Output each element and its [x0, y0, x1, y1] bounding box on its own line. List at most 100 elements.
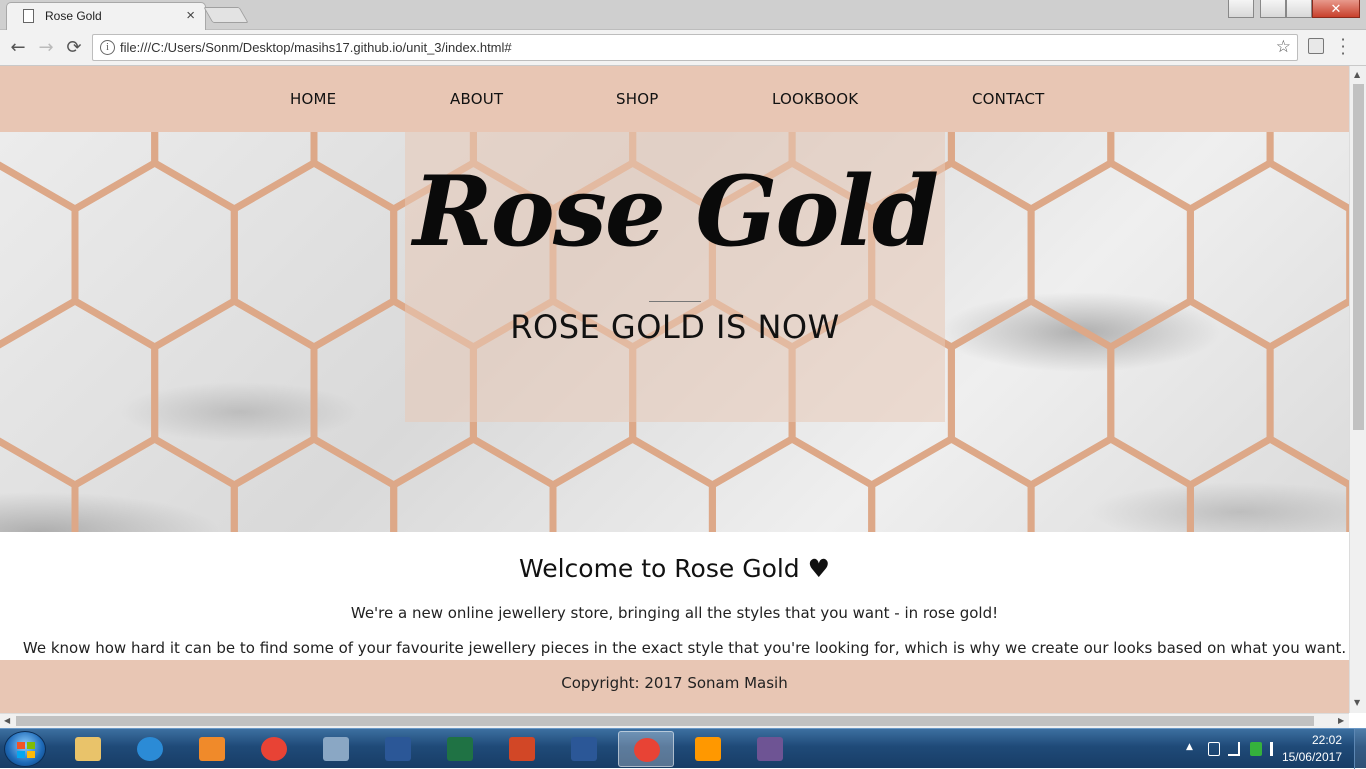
hero-banner: Rose Gold ROSE GOLD IS NOW — [0, 132, 1349, 532]
sync-icon[interactable] — [1250, 742, 1262, 756]
honeycomb-cell — [1027, 434, 1194, 532]
tab-title: Rose Gold — [45, 9, 102, 23]
nav-contact-link[interactable]: CONTACT — [972, 90, 1045, 108]
nav-lookbook-link[interactable]: LOOKBOOK — [772, 90, 858, 108]
back-arrow-icon[interactable]: ← — [6, 37, 30, 58]
honeycomb-cell — [1266, 297, 1349, 489]
taskbar-app-button[interactable] — [432, 731, 488, 767]
scroll-up-icon[interactable]: ▲ — [1354, 70, 1360, 79]
taskbar-app-button[interactable] — [742, 731, 798, 767]
excel-icon — [447, 737, 473, 761]
honeycomb-cell — [708, 434, 876, 532]
honeycomb-cell — [1107, 132, 1274, 214]
about-paragraph: We know how hard it can be to find some … — [22, 639, 1347, 657]
taskbar-app-button[interactable] — [246, 731, 302, 767]
taskbar-app-button[interactable] — [308, 731, 364, 767]
hero-title: Rose Gold — [413, 155, 939, 268]
honeycomb-cell — [0, 132, 159, 214]
honeycomb-cell — [230, 434, 398, 532]
browser-toolbar: ← → ⟳ i file:///C:/Users/Sonm/Desktop/ma… — [0, 30, 1366, 66]
github-desktop-icon — [757, 737, 783, 761]
volume-muted-icon[interactable] — [1270, 742, 1282, 756]
clock-time[interactable]: 22:02 — [1312, 733, 1342, 747]
media-player-icon — [199, 737, 225, 761]
window-close-button[interactable]: ✕ — [1312, 0, 1360, 18]
taskbar-app-button[interactable] — [680, 731, 736, 767]
honeycomb-cell — [1186, 434, 1349, 532]
tab-close-icon[interactable]: × — [186, 7, 195, 24]
honeycomb-cell — [71, 158, 238, 352]
windows-taskbar: ▲ 22:02 15/06/2017 — [0, 728, 1366, 769]
hero-divider — [649, 301, 701, 302]
honeycomb-cell — [1107, 296, 1274, 490]
info-icon[interactable]: i — [100, 40, 115, 55]
profile-button[interactable] — [1228, 0, 1254, 18]
taskbar-app-button[interactable] — [60, 731, 116, 767]
vertical-scrollbar[interactable]: ▲ ▼ — [1349, 66, 1366, 713]
reload-icon[interactable]: ⟳ — [62, 37, 86, 58]
honeycomb-cell — [868, 434, 1035, 532]
battery-icon[interactable] — [1208, 742, 1220, 756]
windows-logo-icon — [17, 742, 35, 758]
taskbar-app-button[interactable] — [184, 731, 240, 767]
honeycomb-cell — [549, 434, 716, 532]
maximize-button[interactable] — [1286, 0, 1312, 18]
minimize-button[interactable] — [1260, 0, 1286, 18]
honeycomb-cell — [151, 296, 318, 490]
honeycomb-cell — [947, 132, 1115, 214]
welcome-heading: Welcome to Rose Gold ♥ — [518, 554, 831, 583]
page-viewport: HOME ABOUT SHOP LOOKBOOK CONTACT Rose Go… — [0, 66, 1349, 713]
horizontal-scroll-thumb[interactable] — [16, 716, 1314, 726]
browser-menu-icon[interactable]: · · · — [1340, 32, 1346, 62]
start-button[interactable] — [4, 731, 46, 767]
bookmark-star-icon[interactable]: ☆ — [1276, 37, 1291, 57]
scroll-left-icon[interactable]: ◀ — [4, 716, 10, 725]
honeycomb-cell — [390, 434, 557, 532]
taskbar-app-button[interactable] — [494, 731, 550, 767]
scroll-right-icon[interactable]: ▶ — [1338, 716, 1344, 725]
honeycomb-cell — [151, 132, 318, 214]
chrome-icon — [634, 738, 660, 762]
browser-tab[interactable]: Rose Gold × — [6, 2, 206, 30]
taskbar-app-button[interactable] — [556, 731, 612, 767]
page-icon — [23, 9, 34, 23]
horizontal-scrollbar[interactable]: ◀ ▶ — [0, 713, 1349, 728]
hero-subtitle: ROSE GOLD IS NOW — [510, 308, 840, 346]
forward-arrow-icon[interactable]: → — [34, 37, 58, 58]
nav-home-link[interactable]: HOME — [290, 90, 336, 108]
intro-paragraph: We're a new online jewellery store, brin… — [350, 604, 999, 622]
taskbar-app-button[interactable] — [618, 731, 674, 767]
taskbar-app-button[interactable] — [370, 731, 426, 767]
chrome-icon — [261, 737, 287, 761]
nav-shop-link[interactable]: SHOP — [616, 90, 658, 108]
network-signal-icon[interactable] — [1228, 742, 1240, 756]
network-tool-icon — [323, 737, 349, 761]
show-hidden-icons[interactable]: ▲ — [1186, 742, 1198, 756]
address-bar[interactable]: i file:///C:/Users/Sonm/Desktop/masihs17… — [92, 34, 1298, 61]
extension-icon[interactable] — [1308, 38, 1324, 54]
sublime-text-icon — [695, 737, 721, 761]
browser-tab-strip: Rose Gold × ✕ — [0, 0, 1366, 30]
word-doc-icon — [385, 737, 411, 761]
file-explorer-icon — [75, 737, 101, 761]
vertical-scroll-thumb[interactable] — [1353, 84, 1364, 430]
powerpoint-icon — [509, 737, 535, 761]
honeycomb-cell — [1027, 158, 1194, 352]
honeycomb-cell — [0, 437, 79, 532]
scroll-down-icon[interactable]: ▼ — [1354, 698, 1360, 707]
honeycomb-cell — [71, 434, 238, 532]
taskbar-app-button[interactable] — [122, 731, 178, 767]
nav-about-link[interactable]: ABOUT — [450, 90, 503, 108]
honeycomb-cell — [230, 158, 398, 352]
site-footer: Copyright: 2017 Sonam Masih — [0, 660, 1349, 713]
clock-date[interactable]: 15/06/2017 — [1282, 750, 1342, 764]
word-icon — [571, 737, 597, 761]
system-tray: ▲ 22:02 15/06/2017 — [1146, 729, 1366, 769]
honeycomb-cell — [1186, 158, 1349, 352]
show-desktop-button[interactable] — [1354, 729, 1366, 769]
site-navigation: HOME ABOUT SHOP LOOKBOOK CONTACT — [0, 66, 1349, 132]
new-tab-button[interactable] — [203, 7, 249, 23]
internet-explorer-icon — [137, 737, 163, 761]
url-text[interactable]: file:///C:/Users/Sonm/Desktop/masihs17.g… — [120, 40, 512, 55]
honeycomb-cell — [947, 296, 1115, 490]
